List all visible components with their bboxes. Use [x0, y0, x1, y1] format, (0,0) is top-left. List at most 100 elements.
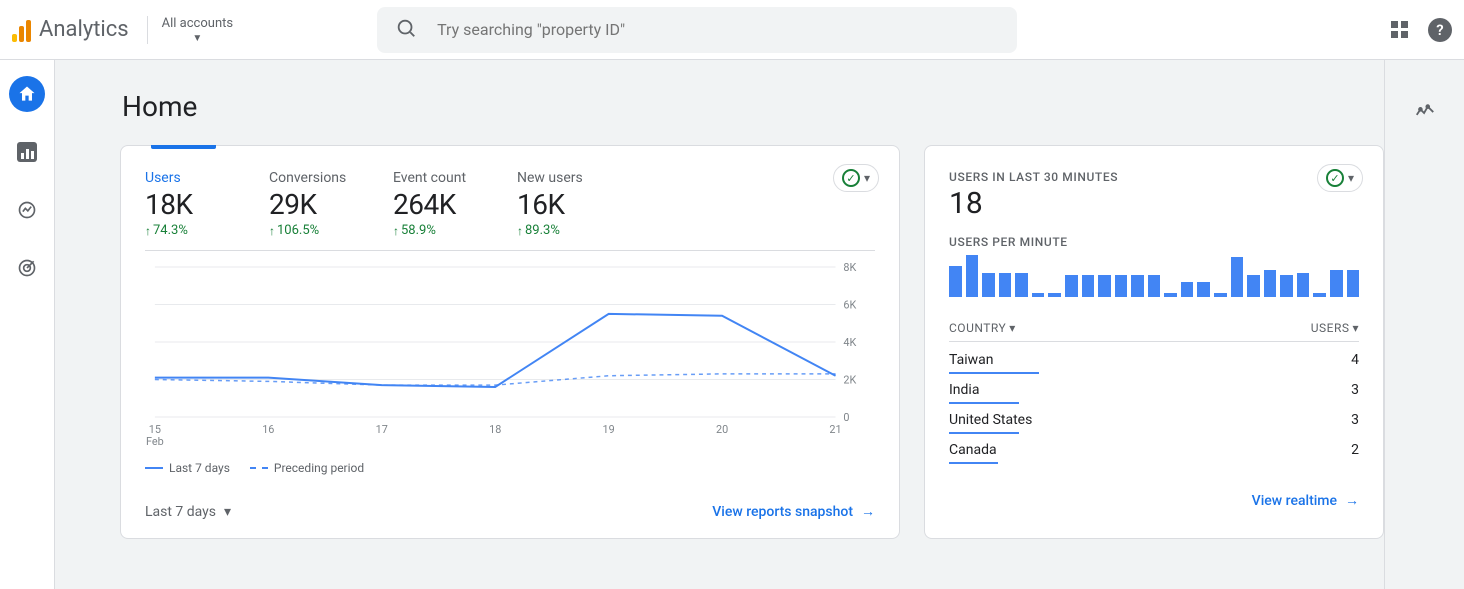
target-icon	[17, 258, 37, 278]
minute-bar	[1231, 257, 1244, 297]
metric-value: 16K	[517, 188, 597, 221]
active-metric-indicator	[151, 145, 216, 149]
apps-icon[interactable]	[1391, 21, 1408, 38]
minute-bar	[1214, 293, 1227, 297]
minute-bar	[1148, 275, 1161, 297]
home-icon	[17, 84, 37, 104]
metric-event-count[interactable]: Event count 264K 58.9%	[393, 170, 473, 238]
metric-value: 29K	[269, 188, 349, 221]
svg-text:6K: 6K	[843, 298, 856, 311]
svg-text:Feb: Feb	[146, 435, 164, 447]
metric-label: Event count	[393, 170, 473, 186]
minute-bar	[1032, 293, 1045, 297]
view-realtime-link[interactable]: View realtime →	[1252, 492, 1359, 509]
left-nav	[0, 60, 55, 589]
realtime-title: USERS IN LAST 30 MINUTES	[949, 170, 1359, 184]
realtime-value: 18	[949, 186, 1359, 221]
overview-card: ✓ ▾ Users 18K 74.3% Conversions 29K 106.5% Eve…	[120, 145, 900, 539]
date-range-select[interactable]: Last 7 days ▾	[145, 504, 231, 520]
nav-home[interactable]	[9, 76, 45, 112]
country-row[interactable]: Taiwan4	[949, 344, 1359, 374]
chevron-down-icon: ▾	[1009, 321, 1016, 335]
svg-text:4K: 4K	[843, 336, 856, 349]
minute-bar	[1330, 270, 1343, 297]
users-per-minute-chart	[949, 255, 1359, 297]
search-input[interactable]	[435, 19, 999, 40]
minute-bar	[1098, 275, 1111, 297]
minute-bar	[1297, 273, 1310, 297]
arrow-right-icon: →	[1345, 492, 1359, 509]
analytics-icon	[12, 18, 31, 42]
metric-label: Conversions	[269, 170, 349, 186]
country-table: Taiwan4India3 United States 3 Canada2	[949, 344, 1359, 464]
minute-bar	[999, 273, 1012, 297]
col-country[interactable]: COUNTRY▾	[949, 321, 1016, 335]
country-users: 4	[1351, 352, 1359, 368]
metric-label: Users	[145, 170, 225, 186]
country-row[interactable]: India3	[949, 374, 1359, 404]
insights-icon[interactable]	[1414, 102, 1436, 589]
legend-current: Last 7 days	[145, 461, 230, 475]
metric-value: 264K	[393, 188, 473, 221]
minute-bar	[1181, 282, 1194, 297]
metric-label: New users	[517, 170, 597, 186]
chevron-down-icon: ▼	[192, 33, 202, 44]
minute-bar	[1065, 275, 1078, 297]
nav-explore[interactable]	[9, 192, 45, 228]
view-reports-link[interactable]: View reports snapshot →	[712, 503, 875, 520]
help-icon[interactable]: ?	[1428, 18, 1452, 42]
country-users: 2	[1351, 442, 1359, 458]
checkmark-icon: ✓	[1326, 169, 1344, 187]
country-users: 3	[1351, 412, 1359, 428]
metric-conversions[interactable]: Conversions 29K 106.5%	[269, 170, 349, 238]
chevron-down-icon: ▾	[1348, 171, 1354, 185]
line-chart: 02K4K6K8K 15161718192021Feb Last 7 days	[145, 250, 875, 475]
minute-bar	[1164, 293, 1177, 297]
product-logo[interactable]: Analytics	[12, 17, 129, 42]
minute-bar	[949, 266, 962, 297]
metric-delta: 106.5%	[269, 223, 349, 238]
svg-text:20: 20	[716, 423, 728, 436]
country-users: 3	[1351, 382, 1359, 398]
minute-bar	[1197, 282, 1210, 297]
metrics-row: Users 18K 74.3% Conversions 29K 106.5% Event c…	[145, 170, 875, 238]
minute-bar	[1280, 275, 1293, 297]
minute-bar	[1082, 275, 1095, 297]
country-row[interactable]: United States 3	[949, 404, 1359, 434]
country-row[interactable]: Canada2	[949, 434, 1359, 464]
minute-bar	[1247, 275, 1260, 297]
svg-text:8K: 8K	[843, 261, 856, 274]
svg-text:17: 17	[376, 423, 388, 436]
minute-bar	[1131, 275, 1144, 297]
status-pill[interactable]: ✓ ▾	[833, 164, 879, 192]
metric-delta: 58.9%	[393, 223, 473, 238]
svg-text:18: 18	[489, 423, 501, 436]
minute-bar	[982, 273, 995, 297]
insights-rail	[1384, 60, 1464, 589]
search-bar[interactable]	[377, 7, 1017, 53]
legend-previous: Preceding period	[250, 461, 364, 475]
search-icon	[395, 17, 417, 43]
product-name: Analytics	[39, 17, 129, 42]
chevron-down-icon: ▾	[864, 171, 870, 185]
status-pill[interactable]: ✓ ▾	[1317, 164, 1363, 192]
top-bar: Analytics All accounts ▼ ?	[0, 0, 1464, 60]
trend-icon	[17, 200, 37, 220]
metric-value: 18K	[145, 188, 225, 221]
account-switcher[interactable]: All accounts ▼	[147, 16, 233, 44]
main-content: Home ✓ ▾ Users18K74.3%Conversions29K106.…	[55, 60, 1464, 589]
chevron-down-icon: ▾	[224, 504, 231, 520]
metric-delta: 74.3%	[145, 223, 225, 238]
minute-bar	[1048, 293, 1061, 297]
minute-bar	[1115, 275, 1128, 297]
metric-users[interactable]: Users 18K 74.3%	[145, 170, 225, 238]
nav-advertising[interactable]	[9, 250, 45, 286]
col-users[interactable]: USERS▾	[1311, 321, 1359, 335]
chevron-down-icon: ▾	[1352, 321, 1359, 335]
nav-reports[interactable]	[9, 134, 45, 170]
country-name: United States	[949, 412, 1032, 428]
svg-text:0: 0	[843, 411, 849, 424]
metric-new-users[interactable]: New users 16K 89.3%	[517, 170, 597, 238]
bar-chart-icon	[17, 142, 37, 162]
metric-delta: 89.3%	[517, 223, 597, 238]
